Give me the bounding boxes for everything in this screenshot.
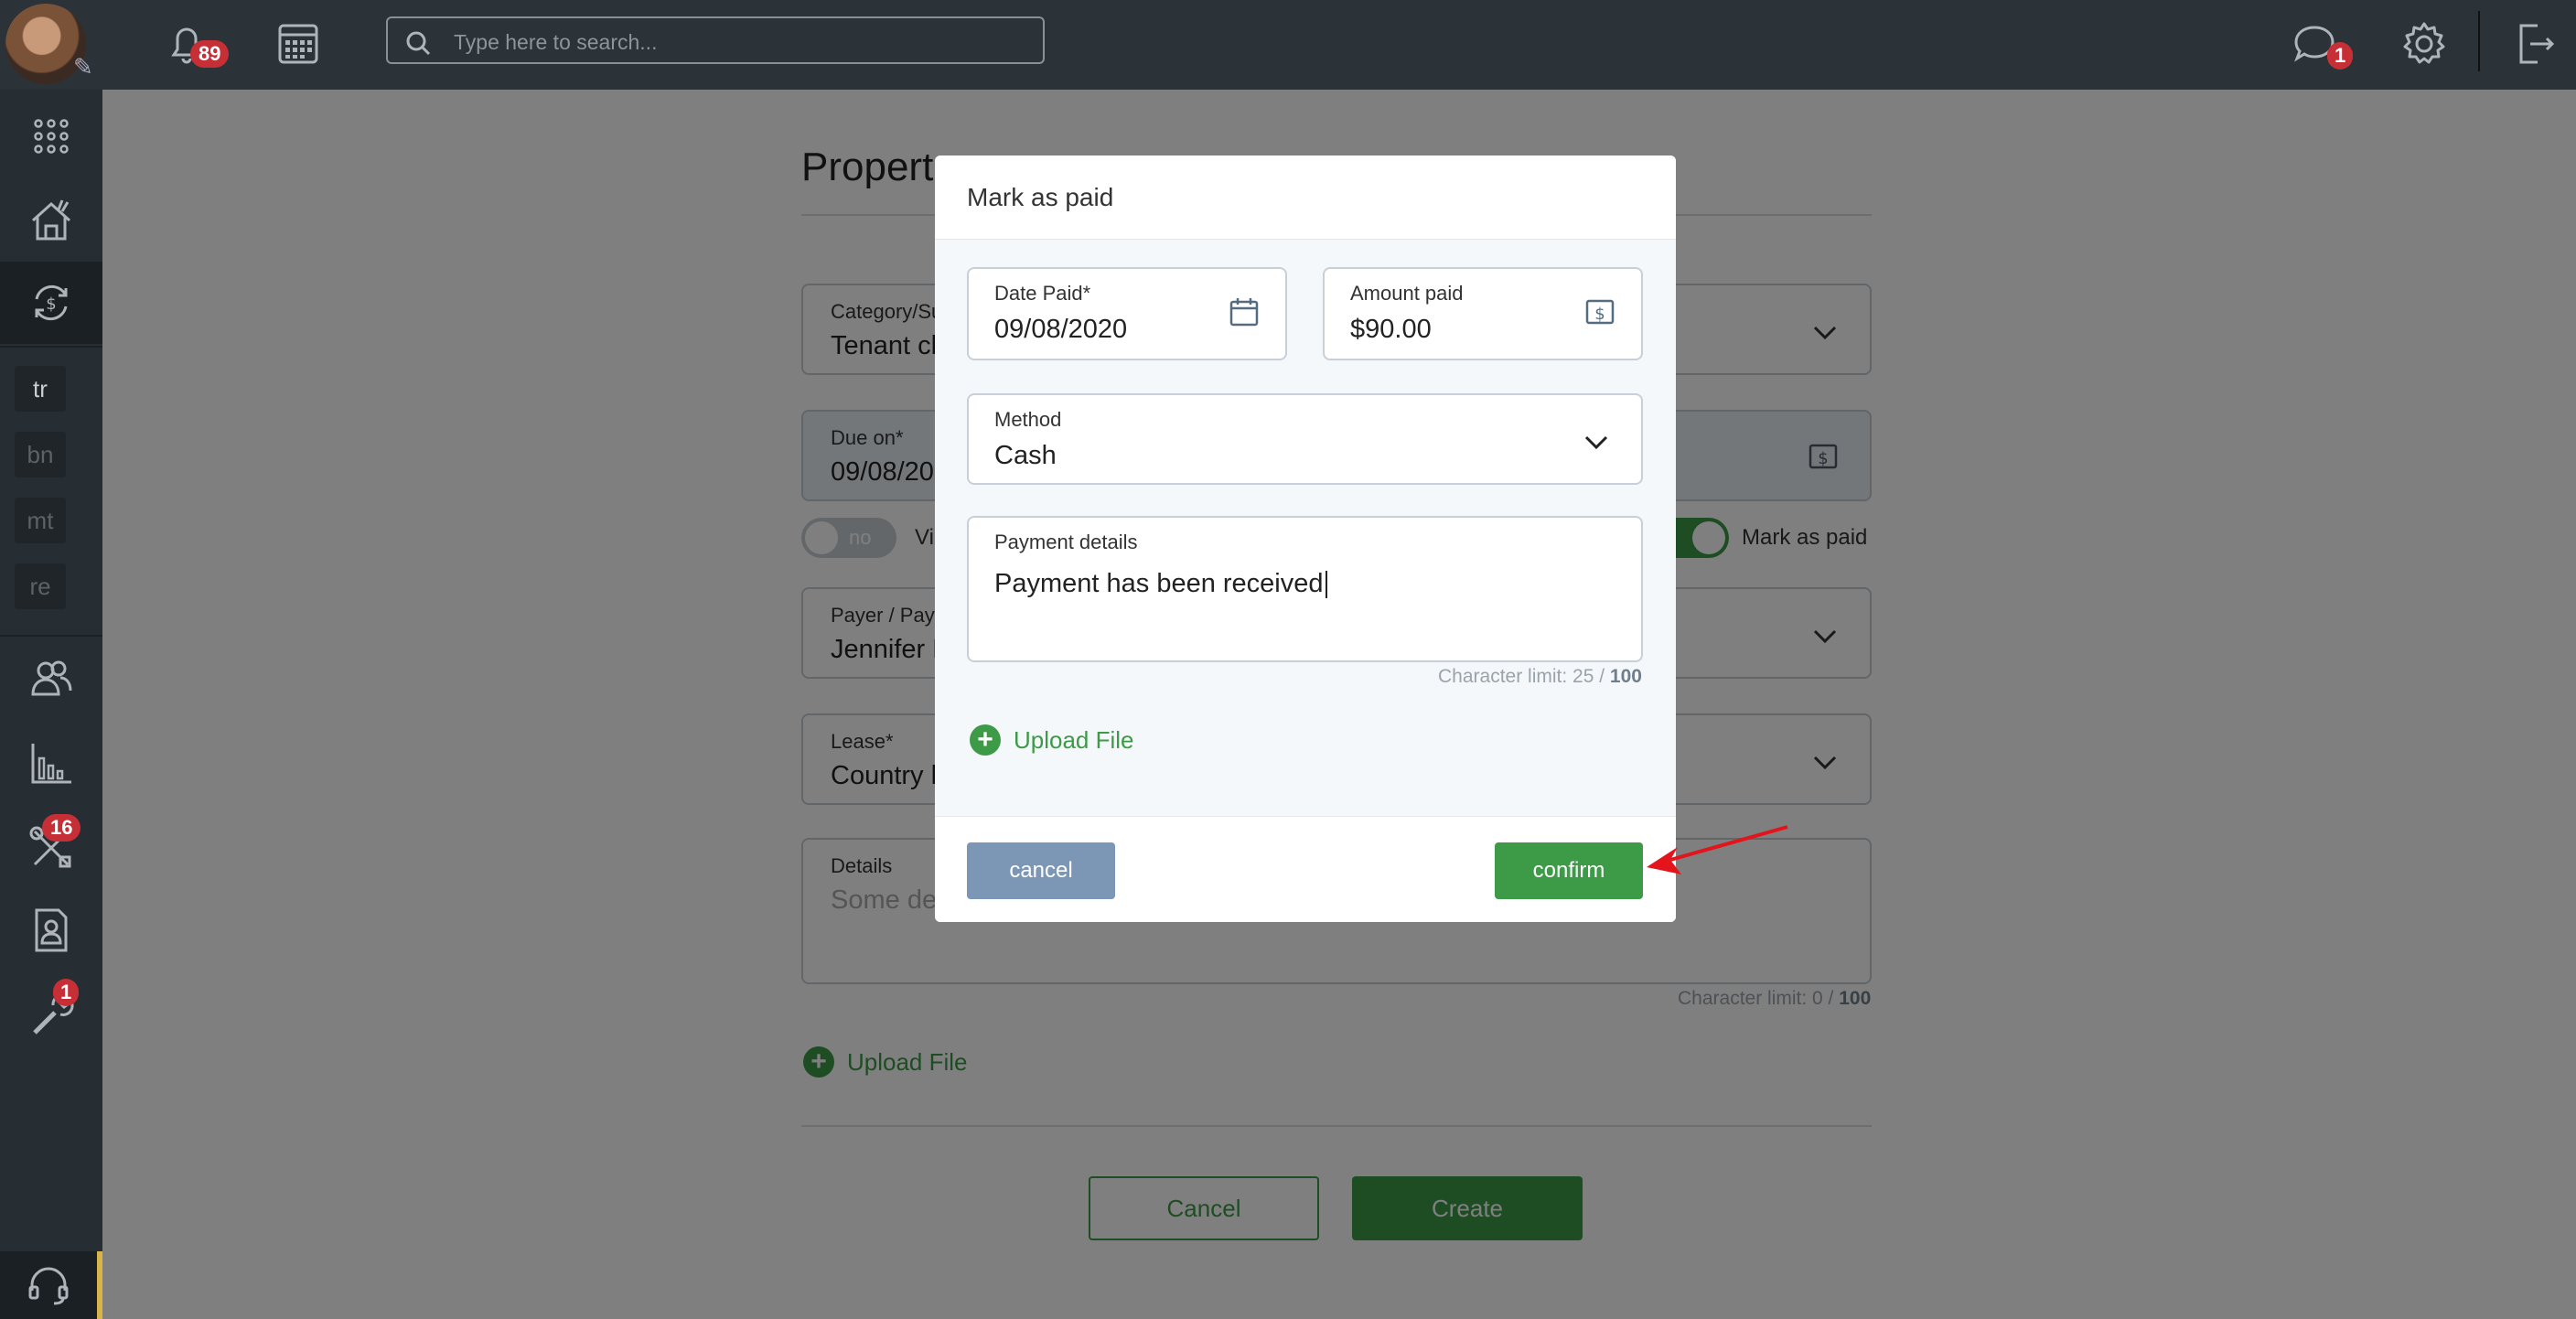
people-icon (31, 660, 72, 696)
sidebar-shortcut-re[interactable]: re (15, 563, 66, 609)
dialog-cancel-button[interactable]: cancel (967, 842, 1115, 899)
maintenance-badge: 16 (42, 814, 81, 842)
sidebar-shortcut-tr[interactable]: tr (15, 366, 66, 412)
search-input[interactable]: Type here to search... (454, 30, 657, 55)
payment-details-textarea[interactable]: Payment details Payment has been receive… (967, 516, 1643, 662)
topbar-divider (2478, 11, 2480, 71)
headset-icon (28, 1267, 69, 1305)
bar-chart-icon (31, 744, 71, 784)
method-select[interactable]: Method Cash (967, 393, 1643, 485)
sidebar-shortcut-bn[interactable]: bn (15, 432, 66, 477)
method-value: Cash (994, 441, 1057, 470)
payment-details-value: Payment has been received (994, 569, 1327, 599)
payment-details-label: Payment details (994, 531, 1138, 553)
svg-text:$: $ (1594, 305, 1605, 324)
chevron-down-icon (1584, 435, 1608, 450)
upload-file-label: Upload File (1014, 725, 1134, 754)
amount-paid-label: Amount paid (1350, 282, 1464, 305)
house-icon (31, 199, 71, 241)
char-limit-text: Character limit: 25 / (1438, 666, 1610, 687)
method-label: Method (994, 408, 1062, 431)
sidebar: $ tr bn mt re 16 1 (0, 90, 102, 1319)
contact-card-icon (35, 908, 68, 952)
payment-details-text: Payment has been received (994, 569, 1324, 598)
sidebar-item-maintenance[interactable]: 16 (0, 807, 102, 889)
payment-details-char-limit: Character limit: 25 / 100 (1438, 666, 1642, 688)
gear-icon (2403, 22, 2445, 64)
top-bar: ✎ 89 Type here to search... 1 (0, 0, 2576, 90)
svg-text:$: $ (46, 295, 56, 314)
dollar-icon: $ (1585, 299, 1615, 325)
plus-icon: + (970, 724, 1001, 756)
calendar-icon[interactable] (1229, 296, 1260, 327)
search-box[interactable]: Type here to search... (386, 16, 1045, 64)
dialog-header: Mark as paid (935, 155, 1676, 240)
grid-icon (34, 119, 69, 154)
modal-upload-file-button[interactable]: + Upload File (970, 724, 1134, 756)
date-paid-field[interactable]: Date Paid* 09/08/2020 (967, 267, 1287, 360)
mark-as-paid-dialog: Mark as paid Date Paid* 09/08/2020 Amoun… (935, 155, 1676, 922)
sidebar-item-tools[interactable]: 1 (0, 973, 102, 1056)
dialog-title: Mark as paid (967, 183, 1114, 211)
sidebar-shortcut-mt[interactable]: mt (15, 498, 66, 543)
money-cycle-icon: $ (35, 284, 68, 321)
messages-button[interactable]: 1 (2289, 18, 2354, 70)
pin-icon[interactable]: ✎ (73, 53, 93, 81)
date-paid-label: Date Paid* (994, 282, 1091, 305)
support-button[interactable] (0, 1251, 102, 1319)
calendar-icon (278, 24, 318, 64)
calendar-button[interactable] (273, 18, 324, 70)
settings-button[interactable] (2399, 18, 2450, 70)
notifications-badge: 89 (190, 40, 230, 68)
logout-icon (2519, 24, 2555, 64)
dialog-footer: cancel confirm (935, 816, 1676, 922)
dialog-confirm-button[interactable]: confirm (1495, 842, 1643, 899)
notifications-button[interactable]: 89 (161, 18, 230, 70)
logout-button[interactable] (2510, 18, 2561, 70)
dialog-body: Date Paid* 09/08/2020 Amount paid $90.00… (935, 240, 1676, 816)
search-icon (406, 31, 431, 56)
date-paid-value: 09/08/2020 (994, 315, 1128, 344)
tools-badge: 1 (53, 979, 80, 1006)
sidebar-item-reports[interactable] (0, 723, 102, 805)
annotation-arrow-icon (1647, 825, 1788, 874)
sidebar-item-accounting[interactable]: $ (0, 262, 102, 344)
messages-badge: 1 (2327, 42, 2354, 70)
sidebar-item-people[interactable] (0, 637, 102, 719)
char-limit-max: 100 (1609, 666, 1642, 687)
sidebar-item-contacts[interactable] (0, 889, 102, 971)
sidebar-divider (0, 346, 102, 348)
text-cursor (1325, 571, 1327, 599)
sidebar-item-properties[interactable] (0, 179, 102, 262)
sidebar-item-apps[interactable] (0, 95, 102, 177)
amount-paid-value: $90.00 (1350, 315, 1432, 344)
amount-paid-field[interactable]: Amount paid $90.00 $ (1323, 267, 1643, 360)
